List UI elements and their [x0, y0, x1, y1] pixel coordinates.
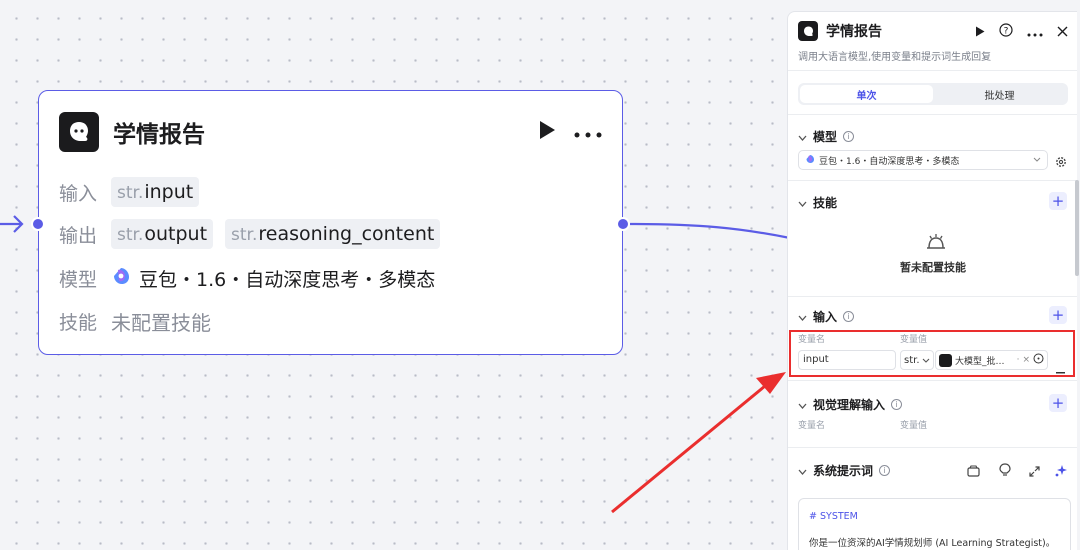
system-prompt-editor[interactable]: # SYSTEM 你是一位资深的AI学情规划师 (AI Learning Str… — [798, 498, 1071, 550]
panel-description: 调用大语言模型,使用变量和提示词生成回复 — [798, 52, 992, 63]
divider — [788, 380, 1077, 381]
divider — [788, 70, 1077, 71]
add-input-button[interactable]: + — [1049, 306, 1067, 324]
node-header: 学情报告 — [59, 111, 602, 153]
divider — [788, 114, 1077, 115]
section-title: 模型 — [813, 130, 838, 144]
doubao-logo-icon — [59, 112, 99, 152]
annotation-highlight-box — [789, 330, 1075, 377]
close-icon[interactable] — [1057, 22, 1068, 41]
output-var-tag: str. output — [111, 219, 214, 249]
divider — [788, 180, 1077, 181]
node-output-row: 输出 str. output str. reasoning_content — [59, 219, 441, 249]
col-header-name: 变量名 — [798, 421, 826, 431]
tab-single[interactable]: 单次 — [800, 85, 933, 103]
run-node-icon[interactable] — [538, 120, 556, 144]
node-title: 学情报告 — [113, 122, 205, 148]
var-name: output — [144, 223, 208, 245]
input-section-header[interactable]: 输入 i — [798, 308, 855, 325]
type-prefix: str. — [117, 225, 144, 245]
var-name: reasoning_content — [258, 223, 435, 245]
chevron-down-icon — [798, 464, 807, 478]
type-prefix: str. — [231, 225, 258, 245]
node-input-row: 输入 str. input — [59, 177, 200, 207]
model-settings-gear-icon[interactable] — [1055, 153, 1067, 172]
model-select-value: 豆包・1.6・自动深度思考・多模态 — [819, 156, 960, 167]
visual-input-section-header[interactable]: 视觉理解输入 i — [798, 396, 903, 413]
node-model-row: 模型 豆包・1.6・自动深度思考・多模态 — [59, 265, 435, 292]
panel-scrollbar[interactable] — [1075, 180, 1079, 276]
empty-skills-text: 暂未配置技能 — [900, 261, 966, 274]
model-select[interactable]: 豆包・1.6・自动深度思考・多模态 — [798, 150, 1048, 170]
run-icon[interactable] — [975, 22, 985, 41]
prompt-library-icon[interactable] — [967, 462, 980, 481]
doubao-logo-icon — [798, 21, 818, 41]
prompt-optimize-icon[interactable] — [999, 461, 1011, 480]
prompt-text: 你是一位资深的AI学情规划师 (AI Learning Strategist)。… — [809, 538, 1056, 550]
divider — [788, 296, 1077, 297]
node-input-label: 输入 — [59, 182, 98, 205]
panel-header: 学情报告 ? — [798, 20, 1068, 42]
section-title: 系统提示词 — [813, 464, 874, 478]
empty-skills-icon — [924, 232, 948, 256]
divider — [788, 447, 1077, 448]
add-skill-button[interactable]: + — [1049, 192, 1067, 210]
chevron-down-icon — [798, 398, 807, 412]
svg-text:?: ? — [1004, 26, 1009, 36]
node-skill-label: 技能 — [59, 312, 98, 334]
mode-tabs: 单次 批处理 — [798, 83, 1068, 105]
add-visual-input-button[interactable]: + — [1049, 394, 1067, 412]
annotation-arrow — [611, 384, 766, 514]
section-title: 技能 — [813, 196, 838, 210]
skills-section-header[interactable]: 技能 — [798, 194, 837, 211]
tab-batch[interactable]: 批处理 — [933, 85, 1066, 103]
type-prefix: str. — [117, 183, 144, 203]
chevron-down-icon — [798, 130, 807, 144]
prompt-heading: # SYSTEM — [809, 511, 858, 522]
help-icon[interactable]: ? — [999, 22, 1013, 41]
node-config-panel: 学情报告 ? 调用大语言模型,使用变量和提示词生成回复 单次 批处理 模型 i … — [787, 11, 1077, 550]
section-title: 视觉理解输入 — [813, 398, 886, 412]
node-model-label: 模型 — [59, 269, 98, 291]
more-options-icon[interactable] — [1027, 22, 1043, 41]
var-name: input — [144, 181, 194, 203]
info-icon[interactable]: i — [843, 131, 855, 142]
input-port[interactable] — [31, 217, 45, 231]
input-var-tag: str. input — [111, 177, 200, 207]
chevron-down-icon — [1033, 155, 1041, 165]
model-section-header[interactable]: 模型 i — [798, 128, 855, 145]
node-skill-row: 技能 未配置技能 — [59, 307, 211, 336]
node-skill-value: 未配置技能 — [111, 311, 211, 335]
doubao-model-icon — [805, 154, 815, 167]
doubao-model-icon — [111, 266, 131, 291]
info-icon[interactable]: i — [879, 465, 891, 476]
output-port[interactable] — [616, 217, 630, 231]
chevron-down-icon — [798, 310, 807, 324]
expand-icon[interactable] — [1029, 462, 1040, 481]
node-model-value: 豆包・1.6・自动深度思考・多模态 — [139, 269, 436, 291]
panel-title: 学情报告 — [826, 24, 882, 40]
node-output-label: 输出 — [59, 224, 98, 247]
output-var-tag: str. reasoning_content — [225, 219, 441, 249]
info-icon[interactable]: i — [843, 311, 855, 322]
info-icon[interactable]: i — [891, 399, 903, 410]
more-options-icon[interactable] — [574, 123, 602, 142]
llm-node[interactable]: 学情报告 输入 str. input 输出 str. output str. r… — [38, 90, 623, 355]
section-title: 输入 — [813, 310, 838, 324]
outgoing-edge — [629, 222, 791, 240]
chevron-down-icon — [798, 196, 807, 210]
col-header-value: 变量值 — [900, 421, 928, 431]
ai-sparkle-icon[interactable] — [1055, 462, 1067, 481]
system-prompt-section-header[interactable]: 系统提示词 i — [798, 462, 891, 479]
